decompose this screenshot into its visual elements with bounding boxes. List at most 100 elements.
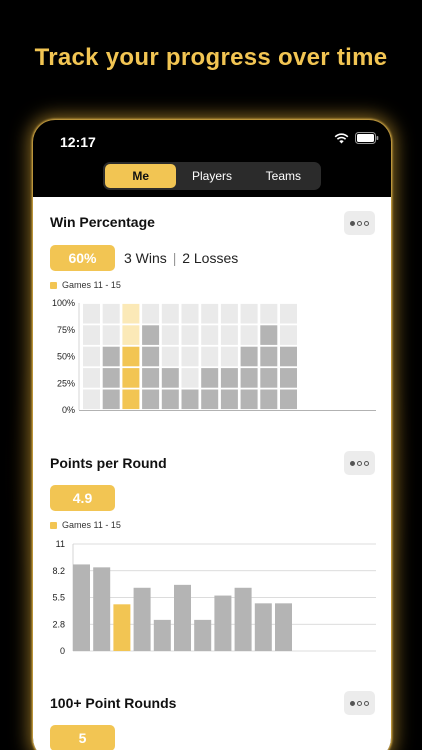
chart-cell: [280, 325, 297, 345]
y-tick-label: 75%: [57, 325, 75, 335]
status-icons: [334, 132, 379, 144]
dot-icon: [350, 220, 355, 226]
chart-cell: [83, 303, 100, 324]
chart-cell: [260, 346, 278, 367]
chart-cell: [220, 303, 238, 324]
dot-icon: [350, 700, 355, 706]
bar: [93, 567, 111, 651]
chart-cell: [122, 303, 140, 324]
legend-label: Games 11 - 15: [62, 280, 121, 290]
y-tick-label: 0%: [62, 405, 75, 415]
chart-cell: [83, 368, 100, 388]
chart-cell: [220, 368, 238, 388]
chart-cell: [102, 389, 120, 410]
bar: [174, 584, 191, 651]
chart-cell: [161, 303, 179, 324]
y-tick-label: 5.5: [52, 593, 65, 603]
y-tick-label: 11: [56, 539, 65, 549]
content-panel: Win Percentage 60% 3 Wins | 2 Losses Gam…: [33, 197, 391, 750]
section-title: 100+ Point Rounds: [50, 695, 177, 711]
chart-cell: [102, 303, 120, 324]
chart-cell: [161, 389, 179, 410]
chart-cell: [181, 346, 199, 367]
dot-icon: [350, 460, 355, 466]
chart-cell: [201, 303, 219, 324]
bar: [194, 619, 212, 651]
chart-cell: [122, 325, 140, 345]
chart-cell: [122, 346, 140, 367]
chart-cell: [240, 303, 258, 324]
win-percentage-value: 60%: [50, 245, 115, 271]
chart-cell: [220, 325, 238, 345]
y-tick-label: 8.2: [52, 566, 65, 576]
win-percentage-chart: 100% 75% 50% 25% 0%: [52, 298, 376, 415]
win-loss-record: 3 Wins | 2 Losses: [124, 250, 238, 266]
tab-me[interactable]: Me: [105, 164, 177, 188]
page-headline: Track your progress over time: [34, 44, 388, 71]
y-tick-label: 50%: [57, 352, 75, 362]
chart-cell: [102, 346, 120, 367]
chart-cell: [240, 368, 258, 388]
dot-icon: [364, 220, 369, 226]
section-title: Points per Round: [50, 455, 167, 471]
chart-cell: [260, 389, 278, 410]
bar: [254, 603, 272, 651]
chart-cell: [201, 325, 219, 345]
dot-icon: [357, 460, 362, 466]
chart-cell: [142, 389, 160, 410]
dot-icon: [357, 700, 362, 706]
dot-icon: [364, 700, 369, 706]
losses-count: 2 Losses: [182, 250, 239, 266]
chart-cell: [201, 368, 219, 388]
chart-cell: [161, 346, 179, 367]
chart-cell: [181, 325, 199, 345]
points-per-round-chart: 11 8.2 5.5 2.8 0: [52, 539, 376, 656]
chart-cell: [142, 325, 160, 345]
chart-cell: [83, 389, 100, 410]
dot-icon: [357, 220, 362, 226]
tab-teams[interactable]: Teams: [248, 164, 319, 188]
wins-count: 3 Wins: [124, 250, 167, 266]
segmented-control: Me Players Teams: [103, 162, 321, 190]
phone-frame: 12:17 Me Players Teams Win Percentage 60…: [33, 120, 391, 750]
chart-cell: [240, 346, 258, 367]
chart-cell: [260, 368, 278, 388]
chart-cell: [260, 325, 278, 345]
chart-legend: Games 11 - 15: [50, 280, 121, 290]
chart-cell: [122, 389, 140, 410]
chart-cell: [181, 389, 199, 410]
legend-swatch: [50, 521, 57, 529]
chart-cell: [220, 389, 238, 410]
chart-cell: [161, 325, 179, 345]
chart-cell: [280, 303, 297, 324]
legend-label: Games 11 - 15: [62, 520, 121, 530]
y-tick-label: 100%: [52, 298, 75, 308]
record-separator: |: [172, 250, 177, 266]
chart-cell: [201, 389, 219, 410]
points-per-round-value: 4.9: [50, 485, 115, 511]
chart-cell: [240, 325, 258, 345]
chart-cell: [142, 303, 160, 324]
chart-cell: [280, 368, 297, 388]
hundred-point-rounds-value: 5: [50, 725, 115, 750]
bar: [214, 595, 232, 651]
y-tick-label: 0: [60, 646, 65, 656]
bar: [153, 619, 171, 651]
tab-players[interactable]: Players: [176, 164, 247, 188]
chart-cell: [201, 346, 219, 367]
chart-cell: [181, 303, 199, 324]
chart-cell: [181, 368, 199, 388]
chart-legend: Games 11 - 15: [50, 520, 121, 530]
dot-icon: [364, 460, 369, 466]
y-tick-label: 2.8: [52, 619, 65, 629]
more-options-button[interactable]: [344, 451, 375, 475]
more-options-button[interactable]: [344, 691, 375, 715]
chart-cell: [102, 368, 120, 388]
chart-cell: [240, 389, 258, 410]
chart-cell: [142, 346, 160, 367]
bar: [275, 603, 292, 651]
wifi-icon: [334, 132, 349, 143]
chart-cell: [161, 368, 179, 388]
chart-cell: [280, 389, 297, 410]
more-options-button[interactable]: [344, 211, 375, 235]
